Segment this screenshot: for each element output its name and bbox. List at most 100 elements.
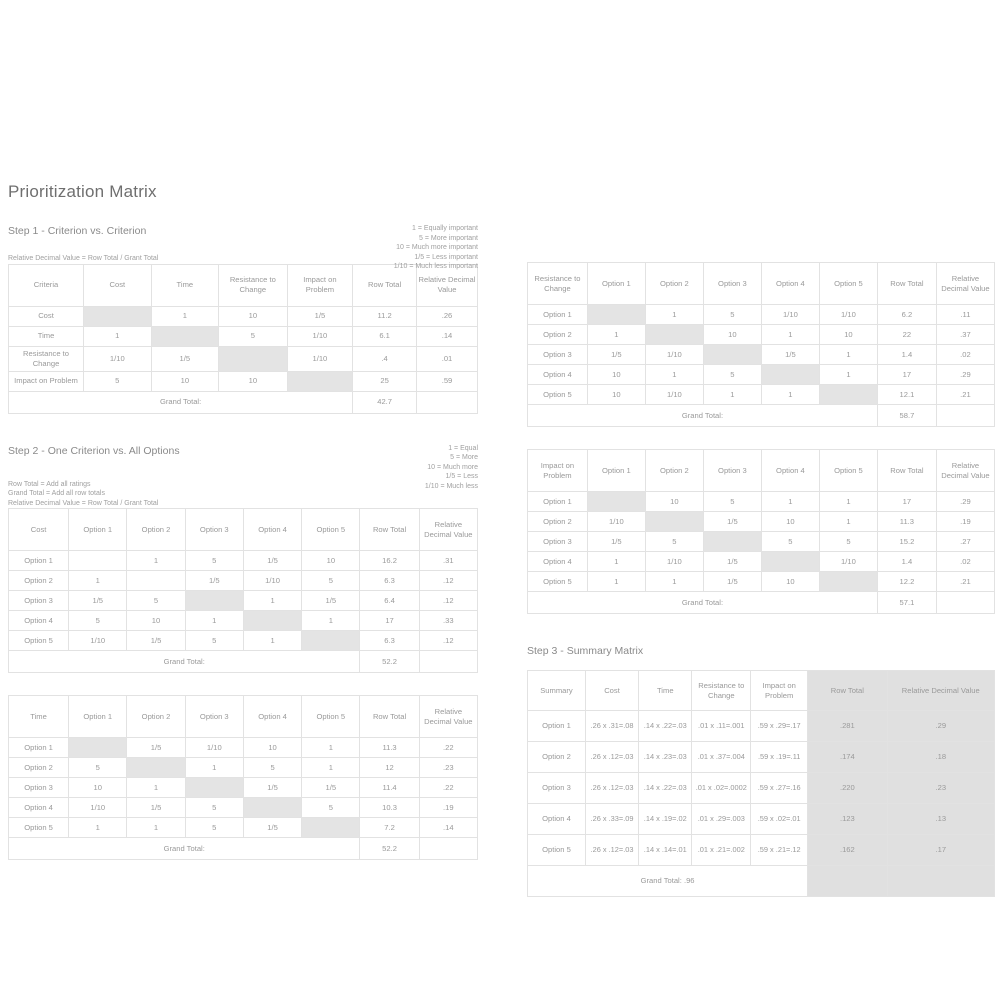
rdv-cell: .23 [886,772,996,804]
matrix-cell: 5 [68,610,128,631]
table-row: Time 1 5 1/10 6.1 .14 [7,325,478,347]
matrix-cell: 5 [68,757,128,778]
matrix-cell: 1 [760,384,820,405]
column-header-impact: Impact on Problem [286,263,354,307]
rdv-cell: .27 [935,531,996,552]
matrix-cell: 1/5 [586,344,646,365]
matrix-cell: 1 [242,590,303,611]
legend-line: 10 = Much more [427,463,478,471]
left-column: Prioritization Matrix 1 = Equally import… [7,182,479,860]
matrix-cell: 1/5 [702,511,762,532]
matrix-cell: 1 [68,570,128,591]
column-header-option-1: Option 1 [586,449,646,492]
table-row: Option 2 1 1/5 1/10 5 6.3.12 [7,570,479,591]
row-label: Option 4 [7,797,70,818]
impact-formula-cell: .59 x .29=.17 [750,710,809,742]
matrix-cell: 1 [644,571,704,592]
resistance-formula-cell: .01 x .02=.0002 [691,772,752,804]
time-formula-cell: .14 x .14=.01 [638,834,693,866]
rdv-cell: .59 [416,370,478,392]
row-label: Option 1 [7,550,70,571]
grand-total-row: Grand Total: 58.7 [527,404,996,427]
grand-total-blank [935,591,996,614]
matrix-cell: 1/5 [150,345,220,372]
column-header-option-3: Option 3 [702,449,762,492]
rdv-cell: .19 [418,797,479,818]
matrix-cell: 5 [184,797,244,818]
column-header-resistance: Resistance to Change [218,263,288,307]
matrix-cell: 1 [83,325,152,347]
column-header-option-4: Option 4 [760,449,820,492]
matrix-cell: 10 [760,571,820,592]
table-header-row: Summary Cost Time Resistance to Change I… [527,670,996,711]
note-line: Grand Total = Add all row totals [8,490,105,497]
resistance-formula-cell: .01 x .21=.002 [691,834,752,866]
rdv-cell: .31 [418,550,479,571]
row-total-cell: 11.2 [352,305,417,327]
column-header-corner: Cost [7,508,70,551]
rdv-cell: .29 [935,491,996,512]
matrix-cell [644,324,704,345]
matrix-cell [126,757,186,778]
note-line: Row Total = Add all ratings [8,480,91,488]
table-row: Cost 1 10 1/5 11.2 .26 [7,305,478,327]
column-header-option-4: Option 4 [760,262,820,305]
step2-header-block: 1 = Equal 5 = More 10 = Much more 1/5 = … [8,444,478,509]
time-formula-cell: .14 x .19=.02 [638,803,693,835]
table-row: Resistance to Change 1/10 1/5 1/10 .4 .0… [7,345,478,372]
page-title: Prioritization Matrix [8,182,157,201]
matrix-cell: 1/10 [644,344,704,365]
row-label: Option 5 [527,384,588,405]
grand-total-label: Grand Total: [7,837,361,860]
legend-line: 10 = Much more important [396,244,478,251]
matrix-cell: 1 [818,491,878,512]
step3-summary-table: Summary Cost Time Resistance to Change I… [526,670,996,897]
matrix-cell: 1 [68,817,128,838]
cost-formula-cell: .26 x .33=.09 [584,803,640,835]
rdv-cell: .18 [886,741,996,773]
legend-line: 1 = Equal [448,444,478,452]
matrix-cell: 1 [586,324,646,345]
matrix-cell: 1 [760,324,820,345]
matrix-cell: 1/10 [818,304,878,325]
rdv-cell: .21 [935,571,996,592]
grand-total-shade [886,865,996,897]
matrix-cell: 1/10 [644,551,704,572]
row-label: Option 4 [527,364,588,385]
step2-time-table: Time Option 1 Option 2 Option 3 Option 4… [7,695,479,860]
rdv-cell: .22 [418,777,479,798]
matrix-cell: 5 [83,370,152,392]
row-total-cell: 6.2 [876,304,937,325]
matrix-cell: 1/10 [184,737,244,758]
row-total-cell: .162 [807,834,888,866]
row-total-cell: 1.4 [876,551,937,572]
rdv-cell: .13 [886,803,996,835]
rdv-cell: .12 [418,630,479,651]
row-total-cell: 6.1 [352,325,417,347]
matrix-cell: 10 [242,737,303,758]
matrix-cell [644,511,704,532]
matrix-cell: 1 [301,757,361,778]
time-formula-cell: .14 x .22=.03 [638,710,693,742]
matrix-cell: 1/5 [68,590,128,611]
matrix-cell: 1/5 [760,344,820,365]
grand-total-blank [416,390,478,414]
grand-total-row: Grand Total: .96 [526,865,996,897]
legend-line: 1/5 = Less [445,473,479,480]
table-row: Option 2 1 10 1 10 22.37 [527,324,996,345]
rdv-cell: .14 [418,817,479,838]
row-total-cell: 17 [876,364,937,385]
row-label: Time [7,325,85,347]
impact-formula-cell: .59 x .02=.01 [750,803,809,835]
right-column: Resistance to Change Option 1 Option 2 O… [526,262,996,897]
grand-total-row: Grand Total: 52.2 [7,650,479,673]
matrix-cell [760,364,820,385]
column-header-option-3: Option 3 [184,695,244,738]
matrix-cell [68,737,128,758]
step1-table: Criteria Cost Time Resistance to Change … [7,263,478,414]
row-total-cell: .281 [807,710,888,742]
matrix-cell: 1/10 [68,630,128,651]
step2-heading: Step 2 - One Criterion vs. All Options [8,444,180,457]
table-header-row: Impact on Problem Option 1 Option 2 Opti… [527,449,996,492]
matrix-cell [126,570,186,591]
